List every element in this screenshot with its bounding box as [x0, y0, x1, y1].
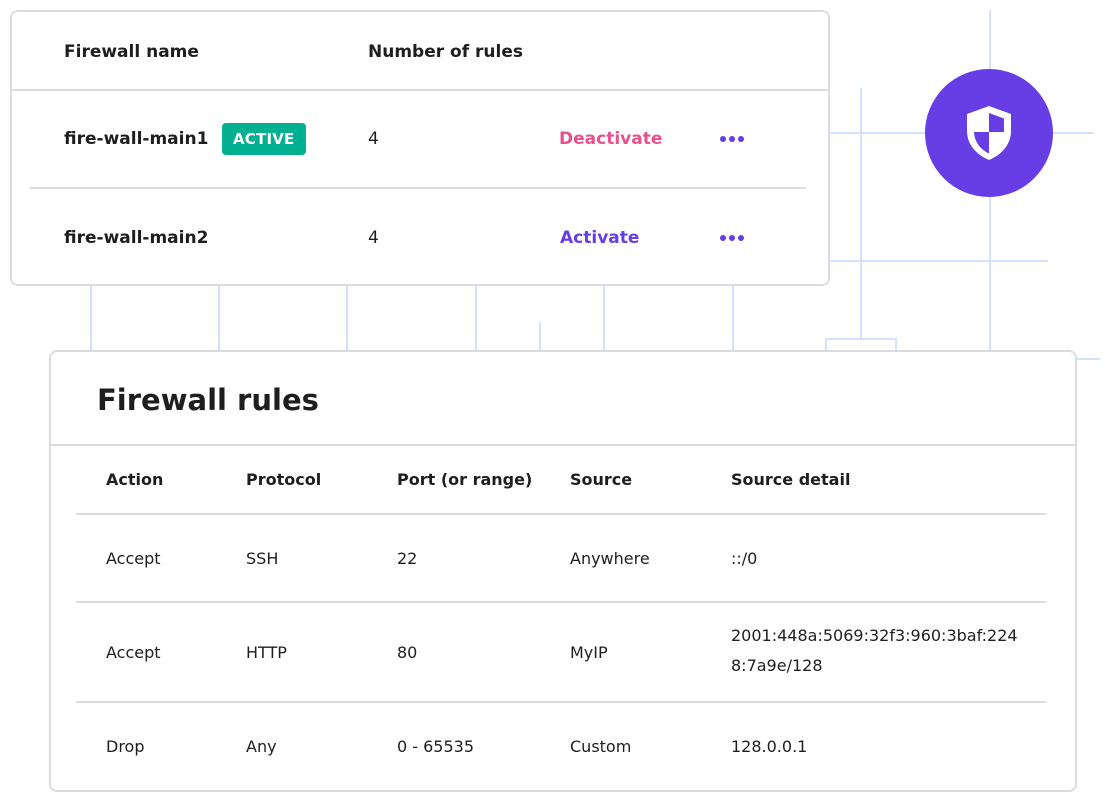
column-header-action: Action [106, 470, 164, 489]
column-header-source: Source [570, 470, 633, 489]
cell-protocol: Any [246, 737, 277, 756]
activate-link[interactable]: Activate [560, 228, 639, 248]
cell-protocol: SSH [246, 549, 279, 568]
cell-source-detail: 2001:448a:5069:32f3:960:3baf:2248:7a9e/1… [731, 626, 1018, 675]
more-dots-icon[interactable] [720, 136, 744, 142]
cell-source: MyIP [570, 643, 608, 662]
rules-count: 4 [368, 129, 379, 149]
more-dots-icon[interactable] [720, 235, 744, 241]
column-header-protocol: Protocol [246, 470, 322, 489]
row-divider [76, 601, 1046, 603]
firewalls-card: Firewall name Number of rules fire-wall-… [10, 10, 830, 286]
status-badge: ACTIVE [222, 123, 306, 155]
header-divider [10, 89, 830, 91]
cell-port: 80 [397, 643, 418, 662]
cell-protocol: HTTP [246, 643, 287, 662]
cell-source: Anywhere [570, 549, 650, 568]
header-firewall-name: Firewall name [64, 42, 199, 62]
row-divider [76, 701, 1046, 703]
cell-source: Custom [570, 737, 632, 756]
firewall-rules-card: Firewall rules Action Protocol Port (or … [49, 350, 1077, 792]
firewall-name: fire-wall-main1 [64, 129, 209, 149]
header-number-of-rules: Number of rules [368, 42, 524, 62]
cell-port: 0 - 65535 [397, 737, 475, 756]
page-title: Firewall rules [97, 383, 319, 417]
shield-badge [925, 69, 1053, 197]
shield-icon [967, 106, 1011, 160]
cell-action: Drop [106, 737, 145, 756]
cell-source-detail: ::/0 [731, 549, 758, 568]
row-divider [30, 187, 806, 189]
cell-source-detail: 128.0.0.1 [731, 737, 808, 756]
cell-action: Accept [106, 549, 161, 568]
column-header-port: Port (or range) [397, 470, 533, 489]
column-header-source-detail: Source detail [731, 470, 851, 489]
cell-port: 22 [397, 549, 418, 568]
deactivate-link[interactable]: Deactivate [559, 129, 662, 149]
title-divider [49, 444, 1077, 446]
rules-count: 4 [368, 228, 379, 248]
header-divider [76, 513, 1046, 515]
cell-action: Accept [106, 643, 161, 662]
firewall-name: fire-wall-main2 [64, 228, 209, 248]
